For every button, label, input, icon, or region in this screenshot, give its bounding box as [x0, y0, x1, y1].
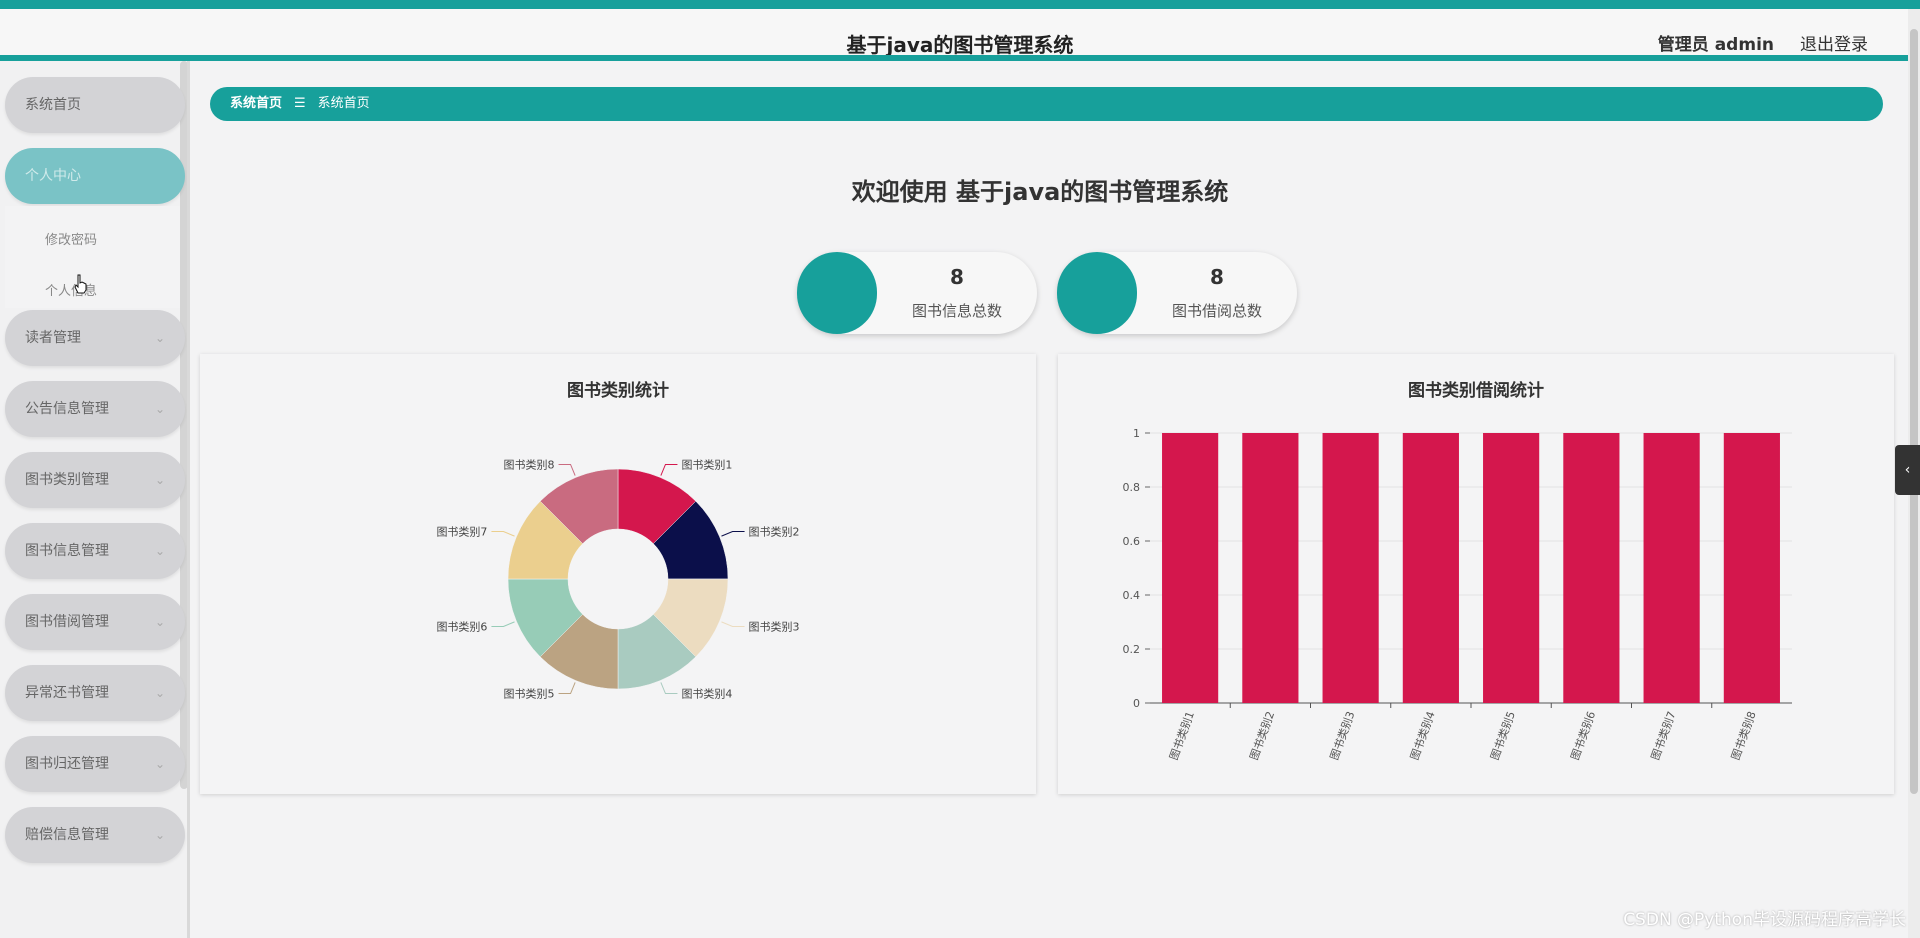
sidebar-item-announcements[interactable]: 公告信息管理 ⌄ [5, 381, 185, 437]
sidebar-item-label: 读者管理 [25, 330, 81, 346]
y-tick-label: 0.2 [1123, 643, 1141, 656]
chevron-down-icon: ⌄ [154, 615, 165, 629]
stat-card-borrowings: 8 图书借阅总数 [1057, 252, 1297, 334]
pie-label: 图书类别3 [749, 619, 800, 633]
stat-label: 图书信息总数 [911, 302, 1002, 320]
pie-label-line [721, 621, 745, 627]
pie-label: 图书类别6 [436, 619, 487, 633]
category-pie-chart: 图书类别1 图书类别2 图书类别3 图书类别4 图书类别5 图书类别6 图书类别7 图书类别8 [436, 457, 800, 701]
bar [1402, 433, 1459, 703]
chevron-down-icon: ⌄ [154, 828, 165, 842]
pie-label-line [660, 463, 678, 476]
x-tick-label: 图书类别2 [1247, 709, 1278, 762]
stat-circle-icon [1057, 252, 1137, 334]
sidebar-item-returns[interactable]: 图书归还管理 ⌄ [5, 736, 185, 792]
y-tick-label: 1 [1133, 427, 1140, 440]
sidebar-item-label: 个人中心 [25, 168, 81, 184]
sidebar-item-label: 赔偿信息管理 [25, 827, 109, 843]
sidebar-item-personal-center[interactable]: 个人中心 [5, 148, 185, 204]
chevron-down-icon: ⌄ [154, 473, 165, 487]
pie-label: 图书类别4 [681, 687, 732, 701]
bar [1162, 433, 1219, 703]
chevron-down-icon: ⌄ [154, 402, 165, 416]
current-user: 管理员 admin [1657, 35, 1774, 55]
sidebar-item-borrowing[interactable]: 图书借阅管理 ⌄ [5, 594, 185, 650]
y-tick-label: 0 [1133, 697, 1140, 710]
x-tick-label: 图书类别5 [1487, 709, 1518, 762]
borrow-bar-chart: 0 0.2 0.4 0.6 0.8 1 图书类别1 图书类别2 图书类别3 图书类别4 图书类别5 图… [1123, 427, 1792, 762]
stat-value: 8 [1210, 265, 1224, 289]
breadcrumb-root[interactable]: 系统首页 [230, 96, 282, 111]
pie-label: 图书类别7 [436, 525, 487, 539]
breadcrumb-current: 系统首页 [317, 96, 370, 111]
pie-label-line [660, 682, 678, 695]
sidebar-item-label: 图书信息管理 [25, 543, 109, 559]
stat-label: 图书借阅总数 [1171, 302, 1262, 320]
sidebar-item-book-categories[interactable]: 图书类别管理 ⌄ [5, 452, 185, 508]
sidebar-item-label: 系统首页 [25, 97, 81, 113]
bar [1723, 433, 1780, 703]
sidebar-item-abnormal-returns[interactable]: 异常还书管理 ⌄ [5, 665, 185, 721]
x-tick-label: 图书类别8 [1728, 709, 1759, 762]
borrow-bar-panel: 图书类别借阅统计 0 0.2 0.4 0.6 0.8 1 图书类别1 图书类别2 图书类别3 图书… [1058, 354, 1894, 794]
chevron-down-icon: ⌄ [154, 331, 165, 345]
stat-value: 8 [950, 265, 964, 289]
bar [1563, 433, 1620, 703]
menu-icon: ☰ [294, 96, 306, 111]
x-tick-label: 图书类别7 [1648, 709, 1679, 762]
pie-label-line [558, 463, 576, 476]
stat-circle-icon [797, 252, 877, 334]
stat-card-books: 8 图书信息总数 [797, 252, 1037, 334]
submenu-personal-center: 修改密码 个人信息 [5, 206, 180, 308]
pie-label: 图书类别5 [504, 687, 555, 701]
breadcrumb: 系统首页 ☰ 系统首页 [210, 87, 1883, 121]
y-tick-label: 0.6 [1123, 535, 1141, 548]
chevron-down-icon: ⌄ [154, 544, 165, 558]
app-title: 基于java的图书管理系统 [846, 33, 1074, 57]
sidebar: 系统首页 个人中心 修改密码 个人信息 读者管理 ⌄ 公告信息管理 ⌄ 图书类别… [0, 61, 190, 938]
sidebar-item-readers[interactable]: 读者管理 ⌄ [5, 310, 185, 366]
submenu-item-personal-info[interactable]: 个人信息 [45, 280, 97, 299]
pie-label: 图书类别8 [504, 457, 555, 471]
y-tick-label: 0.4 [1123, 589, 1141, 602]
pie-label-line [558, 682, 576, 695]
submenu-item-change-password[interactable]: 修改密码 [45, 229, 97, 248]
hand-cursor-icon [74, 274, 87, 294]
bar [1483, 433, 1540, 703]
sidebar-item-book-info[interactable]: 图书信息管理 ⌄ [5, 523, 185, 579]
x-tick-label: 图书类别1 [1166, 709, 1197, 762]
top-stripe [0, 0, 1920, 9]
bar [1643, 433, 1700, 703]
sidebar-item-label: 图书归还管理 [25, 756, 109, 772]
sidebar-item-label: 图书借阅管理 [25, 614, 109, 630]
y-tick-label: 0.8 [1123, 481, 1141, 494]
chevron-down-icon: ⌄ [154, 686, 165, 700]
category-pie-panel: 图书类别统计 图书类别1 图书类别2 图书类别3 图书类别4 图书类别5 图书类别6 图书类… [200, 354, 1036, 794]
sidebar-item-label: 公告信息管理 [25, 401, 109, 417]
bar [1322, 433, 1379, 703]
welcome-heading: 欢迎使用 基于java的图书管理系统 [851, 178, 1229, 206]
pie-label-line [491, 621, 515, 627]
page-scrollbar-thumb[interactable] [1910, 29, 1918, 794]
x-tick-label: 图书类别4 [1407, 709, 1438, 762]
chevron-down-icon: ⌄ [154, 757, 165, 771]
pie-label: 图书类别2 [749, 525, 800, 539]
pie-label-line [491, 531, 515, 537]
x-tick-label: 图书类别3 [1327, 709, 1358, 762]
watermark: CSDN @Python毕设源码程序高学长 [1623, 910, 1906, 930]
sidebar-item-label: 图书类别管理 [25, 472, 109, 488]
x-tick-label: 图书类别6 [1568, 709, 1599, 762]
logout-link[interactable]: 退出登录 [1800, 30, 1868, 55]
header-divider [0, 55, 1920, 61]
pie-label-line [721, 531, 745, 537]
header: 基于java的图书管理系统 管理员 admin 退出登录 [0, 9, 1920, 57]
sidebar-item-compensation[interactable]: 赔偿信息管理 ⌄ [5, 807, 185, 863]
pie-label: 图书类别1 [681, 457, 732, 471]
chevron-left-icon[interactable]: ‹ [1895, 445, 1920, 495]
sidebar-item-label: 异常还书管理 [25, 685, 109, 701]
bar [1242, 433, 1299, 703]
sidebar-item-home[interactable]: 系统首页 [5, 77, 185, 133]
